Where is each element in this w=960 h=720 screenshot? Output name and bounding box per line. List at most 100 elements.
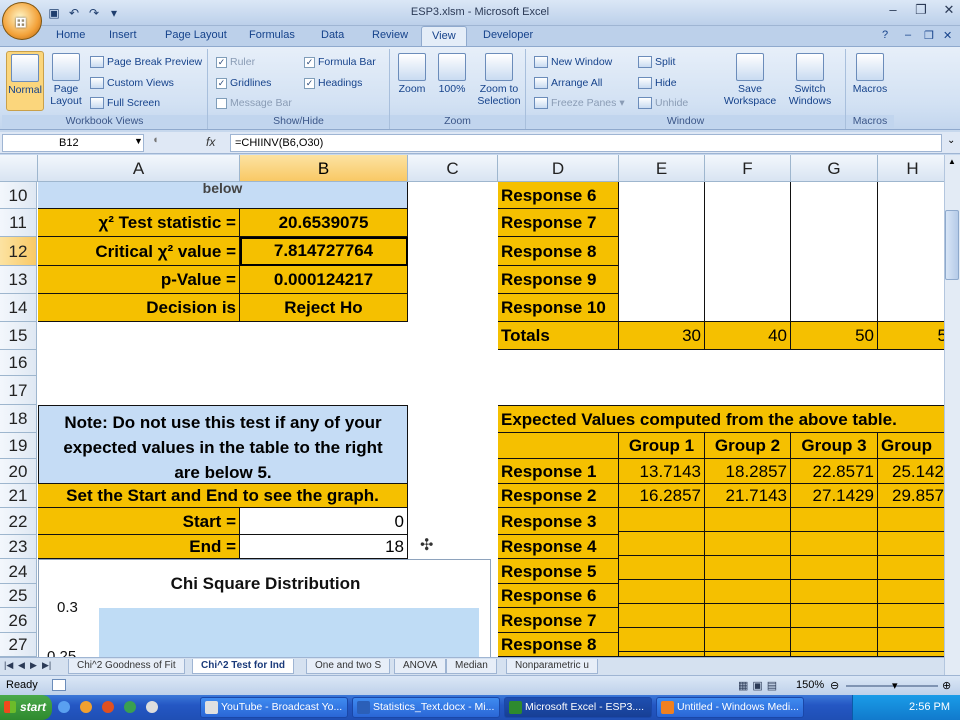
zoom-to-selection-button[interactable]: Zoom to Selection bbox=[474, 53, 524, 107]
firefox-icon[interactable] bbox=[80, 701, 92, 713]
row-header-12[interactable]: 12 bbox=[0, 237, 37, 266]
cell-f21[interactable]: 21.7143 bbox=[705, 484, 791, 508]
taskbar-item-youtube[interactable]: YouTube - Broadcast Yo... bbox=[200, 697, 348, 718]
arrange-all-button[interactable]: Arrange All bbox=[534, 77, 602, 89]
save-workspace-button[interactable]: Save Workspace bbox=[722, 53, 778, 107]
cell-a11[interactable]: χ² Test statistic = bbox=[38, 209, 240, 237]
page-break-preview-button[interactable]: Page Break Preview bbox=[90, 56, 202, 68]
ruler-checkbox[interactable]: ✓ Ruler bbox=[216, 56, 255, 68]
cell-h19[interactable]: Group bbox=[878, 433, 944, 459]
tab-insert[interactable]: Insert bbox=[109, 29, 137, 41]
cell-d24[interactable]: Response 5 bbox=[498, 559, 619, 584]
office-button[interactable]: ⊞ bbox=[2, 2, 42, 40]
cell-d10[interactable]: Response 6 bbox=[498, 182, 619, 209]
clock[interactable]: 2:56 PM bbox=[909, 701, 950, 713]
new-window-button[interactable]: New Window bbox=[534, 56, 612, 68]
zoom-100-button[interactable]: 100% bbox=[434, 53, 470, 95]
app-icon[interactable] bbox=[102, 701, 114, 713]
insert-function-icon[interactable]: fx bbox=[206, 135, 215, 149]
column-header-g[interactable]: G bbox=[791, 155, 878, 182]
formula-bar-handle-icon[interactable]: ◖ bbox=[152, 134, 159, 146]
row-header-24[interactable]: 24 bbox=[0, 559, 37, 584]
row-header-16[interactable]: 16 bbox=[0, 350, 37, 376]
cell-d19[interactable] bbox=[498, 433, 619, 459]
row-header-20[interactable]: 20 bbox=[0, 459, 37, 484]
cells-g22-g27[interactable] bbox=[791, 508, 878, 657]
cells-h22-h27[interactable] bbox=[878, 508, 944, 657]
cell-h15[interactable]: 5 bbox=[878, 322, 944, 350]
cells-e22-e27[interactable] bbox=[619, 508, 705, 657]
close-icon[interactable]: ✕ bbox=[942, 2, 956, 18]
next-sheet-icon[interactable]: ▶ bbox=[30, 660, 37, 671]
scroll-up-icon[interactable]: ▲ bbox=[948, 157, 956, 166]
cell-d21[interactable]: Response 2 bbox=[498, 484, 619, 508]
cell-a23[interactable]: End = bbox=[38, 535, 240, 559]
restore-icon[interactable]: ❐ bbox=[914, 2, 928, 18]
sheet-tab[interactable]: One and two S bbox=[306, 659, 391, 674]
zoom-level[interactable]: 150% bbox=[796, 679, 824, 691]
hide-button[interactable]: Hide bbox=[638, 77, 677, 89]
row-header-18[interactable]: 18 bbox=[0, 405, 37, 433]
cell-h20[interactable]: 25.142 bbox=[878, 459, 944, 484]
split-button[interactable]: Split bbox=[638, 56, 675, 68]
message-bar-checkbox[interactable]: Message Bar bbox=[216, 97, 292, 109]
tab-review[interactable]: Review bbox=[372, 29, 408, 41]
cell-d20[interactable]: Response 1 bbox=[498, 459, 619, 484]
cell-a13[interactable]: p-Value = bbox=[38, 266, 240, 294]
zoom-button[interactable]: Zoom bbox=[394, 53, 430, 95]
cell-e19[interactable]: Group 1 bbox=[619, 433, 705, 459]
expand-formula-bar-icon[interactable]: ⌄ bbox=[947, 135, 955, 146]
cell-g20[interactable]: 22.8571 bbox=[791, 459, 878, 484]
cell-a14[interactable]: Decision is bbox=[38, 294, 240, 322]
zoom-slider-thumb-icon[interactable]: ▾ bbox=[892, 679, 898, 692]
tab-formulas[interactable]: Formulas bbox=[249, 29, 295, 41]
cell-f15[interactable]: 40 bbox=[705, 322, 791, 350]
cell-a10[interactable]: below bbox=[38, 182, 408, 209]
column-header-d[interactable]: D bbox=[498, 155, 619, 182]
column-header-f[interactable]: F bbox=[705, 155, 791, 182]
cell-b23-end-input[interactable]: 18 bbox=[240, 535, 408, 559]
cell-d26[interactable]: Response 7 bbox=[498, 608, 619, 633]
ribbon-minimize-icon[interactable]: – bbox=[905, 29, 911, 41]
column-header-e[interactable]: E bbox=[619, 155, 705, 182]
app-icon[interactable] bbox=[124, 701, 136, 713]
row-header-21[interactable]: 21 bbox=[0, 484, 37, 508]
view-buttons-icon[interactable]: ▦▣▤ bbox=[738, 679, 781, 692]
tab-developer[interactable]: Developer bbox=[483, 29, 533, 41]
column-header-a[interactable]: A bbox=[38, 155, 240, 182]
tab-view[interactable]: View bbox=[421, 26, 467, 47]
cell-f19[interactable]: Group 2 bbox=[705, 433, 791, 459]
column-header-h[interactable]: H bbox=[878, 155, 944, 182]
minimize-icon[interactable]: – bbox=[886, 2, 900, 18]
name-box-dropdown-icon[interactable]: ▼ bbox=[134, 136, 143, 146]
cell-e21[interactable]: 16.2857 bbox=[619, 484, 705, 508]
full-screen-button[interactable]: Full Screen bbox=[90, 97, 160, 109]
formula-bar-checkbox[interactable]: ✓ Formula Bar bbox=[304, 56, 376, 68]
cell-a12[interactable]: Critical χ² value = bbox=[38, 237, 240, 266]
cell-g15[interactable]: 50 bbox=[791, 322, 878, 350]
cells-g10-g14[interactable] bbox=[791, 182, 878, 322]
freeze-panes-button[interactable]: Freeze Panes ▾ bbox=[534, 97, 625, 109]
headings-checkbox[interactable]: ✓ Headings bbox=[304, 77, 362, 89]
cell-d22[interactable]: Response 3 bbox=[498, 508, 619, 535]
cell-e20[interactable]: 13.7143 bbox=[619, 459, 705, 484]
custom-views-button[interactable]: Custom Views bbox=[90, 77, 174, 89]
ie-icon[interactable] bbox=[58, 701, 70, 713]
macro-record-icon[interactable] bbox=[52, 679, 66, 691]
cell-b14[interactable]: Reject Ho bbox=[240, 294, 408, 322]
cell-d13[interactable]: Response 9 bbox=[498, 266, 619, 294]
cell-d11[interactable]: Response 7 bbox=[498, 209, 619, 237]
cell-d12[interactable]: Response 8 bbox=[498, 237, 619, 266]
vertical-scroll-thumb[interactable] bbox=[945, 210, 959, 280]
tab-home[interactable]: Home bbox=[56, 29, 85, 41]
start-button[interactable]: start bbox=[0, 695, 52, 720]
cell-f20[interactable]: 18.2857 bbox=[705, 459, 791, 484]
cell-h21[interactable]: 29.857 bbox=[878, 484, 944, 508]
first-sheet-icon[interactable]: |◀ bbox=[4, 660, 13, 671]
taskbar-item-media[interactable]: Untitled - Windows Medi... bbox=[656, 697, 804, 718]
tab-data[interactable]: Data bbox=[321, 29, 344, 41]
row-header-26[interactable]: 26 bbox=[0, 608, 37, 633]
sheet-tab-active[interactable]: Chi^2 Test for Ind bbox=[192, 659, 294, 674]
cell-a22[interactable]: Start = bbox=[38, 508, 240, 535]
row-header-25[interactable]: 25 bbox=[0, 584, 37, 608]
